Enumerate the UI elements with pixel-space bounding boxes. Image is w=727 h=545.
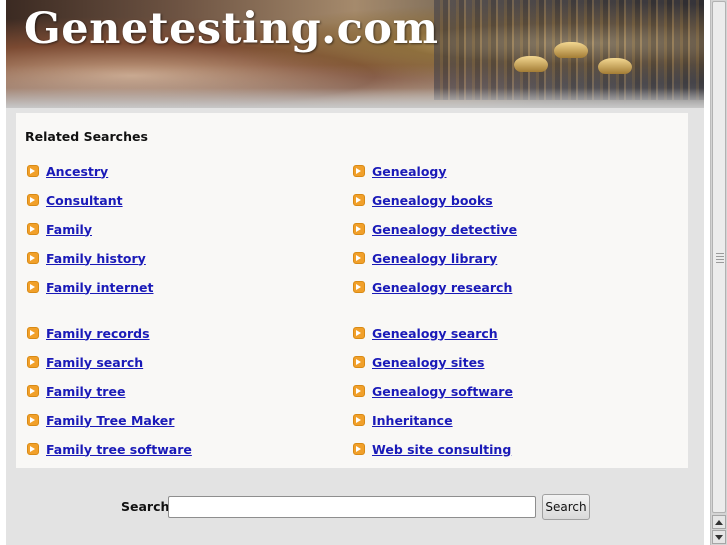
related-link[interactable]: Ancestry	[46, 164, 108, 179]
arrow-bullet-icon	[27, 194, 39, 206]
related-link[interactable]: Family Tree Maker	[46, 413, 174, 428]
arrow-bullet-icon	[353, 414, 365, 426]
related-link[interactable]: Genealogy sites	[372, 355, 485, 370]
arrow-bullet-icon	[27, 327, 39, 339]
header-banner: Genetesting.com	[6, 0, 704, 108]
related-link-item[interactable]: Genealogy search	[353, 324, 498, 342]
related-link-item[interactable]: Genealogy sites	[353, 353, 485, 371]
vertical-scrollbar[interactable]	[710, 0, 727, 545]
related-link-item[interactable]: Family tree	[27, 382, 125, 400]
related-link[interactable]: Family tree	[46, 384, 125, 399]
related-link[interactable]: Family search	[46, 355, 143, 370]
related-link-item[interactable]: Inheritance	[353, 411, 453, 429]
related-link-item[interactable]: Web site consulting	[353, 440, 511, 458]
banner-lamp-image	[514, 56, 548, 72]
arrow-bullet-icon	[353, 165, 365, 177]
scrollbar-grip-icon	[716, 253, 724, 265]
related-link[interactable]: Genealogy search	[372, 326, 498, 341]
arrow-bullet-icon	[353, 194, 365, 206]
related-link[interactable]: Inheritance	[372, 413, 453, 428]
related-link-item[interactable]: Family tree software	[27, 440, 192, 458]
related-link-item[interactable]: Ancestry	[27, 162, 108, 180]
related-link[interactable]: Consultant	[46, 193, 123, 208]
arrow-bullet-icon	[353, 252, 365, 264]
arrow-bullet-icon	[27, 223, 39, 235]
related-link-item[interactable]: Family search	[27, 353, 143, 371]
banner-fade	[6, 88, 704, 108]
scroll-down-button[interactable]	[712, 530, 726, 544]
related-link-item[interactable]: Family Tree Maker	[27, 411, 174, 429]
arrow-bullet-icon	[27, 356, 39, 368]
related-link-item[interactable]: Consultant	[27, 191, 123, 209]
arrow-up-icon	[715, 519, 723, 525]
related-link-item[interactable]: Genealogy books	[353, 191, 493, 209]
related-link[interactable]: Genealogy detective	[372, 222, 517, 237]
related-link-item[interactable]: Genealogy software	[353, 382, 513, 400]
related-link-item[interactable]: Genealogy	[353, 162, 447, 180]
related-link-item[interactable]: Family	[27, 220, 92, 238]
arrow-down-icon	[715, 534, 723, 540]
scroll-up-button[interactable]	[712, 515, 726, 529]
related-link[interactable]: Family	[46, 222, 92, 237]
arrow-bullet-icon	[27, 443, 39, 455]
arrow-bullet-icon	[353, 223, 365, 235]
arrow-bullet-icon	[353, 327, 365, 339]
banner-lamp-image	[554, 42, 588, 58]
related-link[interactable]: Genealogy	[372, 164, 447, 179]
search-bar-area: Search Search	[6, 470, 704, 545]
related-link[interactable]: Genealogy research	[372, 280, 512, 295]
search-button[interactable]: Search	[542, 494, 590, 520]
related-link[interactable]: Family tree software	[46, 442, 192, 457]
related-link[interactable]: Family history	[46, 251, 146, 266]
related-link-item[interactable]: Genealogy library	[353, 249, 497, 267]
banner-lamp-image	[598, 58, 632, 74]
arrow-bullet-icon	[27, 252, 39, 264]
related-searches-heading: Related Searches	[25, 129, 148, 144]
related-link-item[interactable]: Genealogy detective	[353, 220, 517, 238]
related-link[interactable]: Genealogy library	[372, 251, 497, 266]
search-input[interactable]	[168, 496, 536, 518]
arrow-bullet-icon	[27, 414, 39, 426]
arrow-bullet-icon	[353, 385, 365, 397]
arrow-bullet-icon	[27, 165, 39, 177]
related-link[interactable]: Genealogy software	[372, 384, 513, 399]
related-searches-panel: Related Searches Ancestry Consultant Fam…	[16, 113, 688, 468]
related-link-item[interactable]: Family internet	[27, 278, 154, 296]
arrow-bullet-icon	[353, 443, 365, 455]
scrollbar-thumb[interactable]	[712, 1, 726, 513]
arrow-bullet-icon	[27, 385, 39, 397]
arrow-bullet-icon	[353, 356, 365, 368]
page-viewport: Genetesting.com Related Searches Ancestr…	[0, 0, 710, 545]
related-link[interactable]: Web site consulting	[372, 442, 511, 457]
arrow-bullet-icon	[27, 281, 39, 293]
arrow-bullet-icon	[353, 281, 365, 293]
related-link-item[interactable]: Family records	[27, 324, 150, 342]
site-title: Genetesting.com	[24, 4, 439, 54]
related-link[interactable]: Genealogy books	[372, 193, 493, 208]
related-link-item[interactable]: Family history	[27, 249, 146, 267]
related-link[interactable]: Family internet	[46, 280, 154, 295]
search-label: Search	[121, 499, 170, 514]
related-link[interactable]: Family records	[46, 326, 150, 341]
related-link-item[interactable]: Genealogy research	[353, 278, 512, 296]
